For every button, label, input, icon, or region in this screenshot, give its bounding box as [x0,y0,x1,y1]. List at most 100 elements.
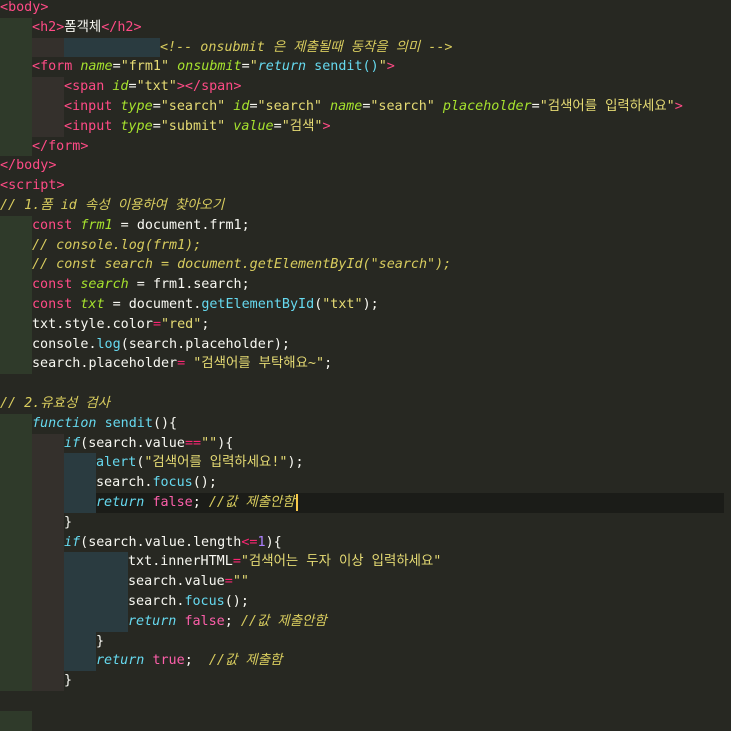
code-line[interactable]: } [0,671,731,691]
code-text: } [64,671,72,691]
code-line[interactable]: // const search = document.getElementByI… [0,255,731,276]
code-token: </ [0,158,17,174]
code-token: = [177,356,194,372]
code-line[interactable]: txt.style.color="red"; [0,314,731,335]
code-token: ); [287,455,304,471]
indent-guide [0,433,32,454]
code-line[interactable]: return true; //값 제출함 [0,651,731,672]
code-token: = [112,217,137,233]
code-token: = [249,99,258,114]
code-line[interactable]: <h2>폼객체</h2> [0,17,731,38]
code-token: = [273,118,282,134]
code-token: form [48,138,81,154]
code-text: return false; //값 제출안함 [96,493,298,513]
code-token: . [136,534,145,550]
code-token: < [0,0,9,15]
indent-guide [0,413,32,434]
code-token: value [144,534,185,550]
code-line[interactable]: const search = frm1.search; [0,275,731,295]
indent-guide [32,116,64,137]
code-token: return [257,59,307,75]
code-line[interactable]: <span id="txt"></span> [0,77,731,97]
code-token: ; [184,653,209,669]
code-line[interactable]: search.focus(); [0,473,731,493]
code-text: const txt = document.getElementById("txt… [32,295,379,315]
code-line[interactable]: // 2.유효성 검사 [0,394,731,414]
indent-guide [32,651,64,672]
code-line[interactable] [0,691,731,711]
code-line[interactable]: // 1.폼 id 속성 이용하여 찾아오기 [0,196,731,216]
code-token: ; [241,277,250,293]
code-text: // const search = document.getElementByI… [32,255,451,275]
code-editor[interactable]: <body> <h2>폼객체</h2> <!-- onsubmit 은 제출될때 동… [0,0,731,731]
code-token: "search" [257,99,323,114]
code-line[interactable]: } [0,631,731,652]
code-line[interactable]: if(search.value==""){ [0,433,731,454]
code-line[interactable]: </body> [0,156,731,176]
code-token: "검색어는 두자 이상 입력하세요" [240,554,442,570]
code-token: < [64,118,73,134]
code-line[interactable]: search.placeholder= "검색어를 부탁해요~"; [0,354,731,375]
code-line[interactable]: const frm1 = document.frm1; [0,215,731,236]
code-line[interactable]: const txt = document.getElementById("txt… [0,295,731,315]
code-line[interactable]: search.focus(); [0,592,731,612]
code-line[interactable]: return false; //값 제출안함 [0,493,724,513]
code-line[interactable]: txt.innerHTML="검색어는 두자 이상 입력하세요" [0,552,731,573]
indent-guide [32,572,64,592]
code-token: console [32,336,89,352]
code-token: = [152,99,161,114]
code-text: function sendit(){ [32,414,177,434]
code-token: > [80,138,89,154]
code-token: body [8,0,41,15]
code-token: "red" [161,316,202,332]
code-line[interactable]: <body> [0,0,731,18]
code-token: "검색어를 입력하세요!" [144,455,288,471]
code-token: document [136,217,202,233]
code-token: // console.log(frm1); [32,237,202,253]
code-token: return [96,653,153,669]
code-token: = [224,574,233,590]
code-token: style [64,316,105,332]
indent-guide [64,611,96,632]
indent-guide [0,611,32,632]
code-line[interactable]: } [0,512,731,533]
code-line[interactable]: </form> [0,136,731,157]
indent-guide [96,37,128,58]
indent-guide [32,611,64,632]
indent-guide [0,235,32,256]
code-token: search [193,277,242,293]
code-line[interactable]: console.log(search.placeholder); [0,334,731,355]
code-line[interactable]: <!-- onsubmit 은 제출될때 동작을 의미 --> [0,37,731,58]
code-text: } [64,513,72,533]
code-line[interactable]: <form name="frm1" onsubmit="return sendi… [0,57,731,78]
code-line[interactable]: <input type="submit" value="검색"> [0,116,731,137]
code-token: } [64,673,73,689]
indent-guide [0,136,32,157]
code-token: "txt" [136,79,177,95]
code-line[interactable]: alert("검색어를 입력하세요!"); [0,453,731,474]
code-token: "search" [370,99,435,114]
code-line[interactable]: function sendit(){ [0,413,731,434]
code-line[interactable]: // console.log(frm1); [0,235,731,256]
indent-guide [0,215,32,236]
indent-guide [0,77,32,97]
code-token: search [88,534,137,550]
code-line[interactable]: if(search.value.length<=1){ [0,532,731,553]
code-token: . [104,316,113,332]
indent-guide [0,592,32,612]
indent-guide [0,552,32,573]
code-token: == [184,435,202,451]
code-line[interactable]: return false; //값 제출안함 [0,611,731,632]
code-token: frm1 [209,217,242,233]
code-line[interactable]: search.value="" [0,572,731,592]
indent-guide [32,473,64,493]
code-line[interactable]: <input type="search" id="search" name="s… [0,97,731,117]
code-line[interactable]: <script> [0,176,731,196]
code-line[interactable] [0,374,731,394]
code-text: // 2.유효성 검사 [0,394,110,414]
code-line[interactable] [0,710,731,731]
indent-guide [0,512,32,533]
code-token: = [128,79,137,95]
indent-guide [0,17,32,38]
code-token: . [88,336,97,352]
